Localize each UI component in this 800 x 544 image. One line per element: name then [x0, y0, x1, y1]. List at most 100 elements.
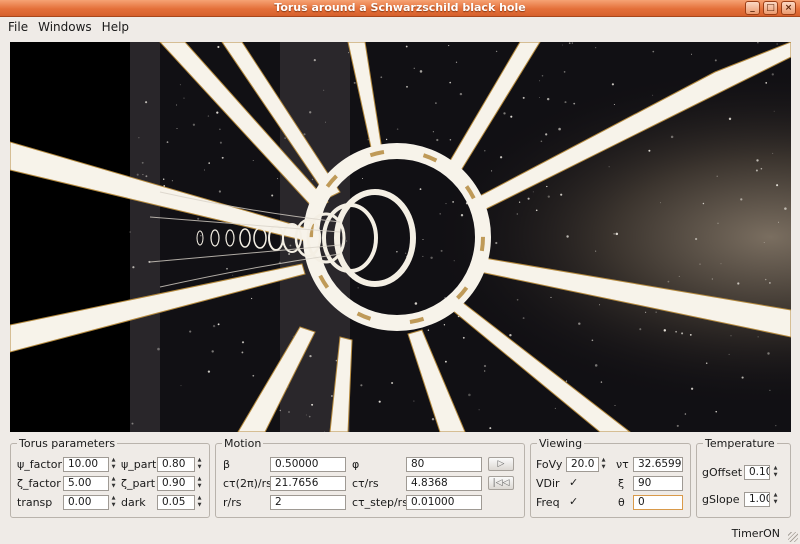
star [145, 101, 148, 104]
star [599, 304, 601, 306]
render-viewport[interactable] [10, 42, 791, 432]
viewing-title: Viewing [537, 437, 585, 450]
star [757, 336, 759, 338]
star [452, 201, 454, 203]
star [313, 59, 316, 62]
star [419, 188, 422, 190]
zeta-factor-stepper[interactable]: ▲ ▼ [109, 476, 118, 491]
ctau-step-input[interactable]: 0.01000 [406, 495, 482, 510]
fovy-stepper[interactable]: ▲ ▼ [599, 457, 608, 472]
dark-input[interactable]: 0.05 [157, 495, 195, 510]
zeta-factor-input[interactable]: 5.00 [63, 476, 109, 491]
psi-factor-input[interactable]: 10.00 [63, 457, 109, 472]
ctau-input[interactable]: 4.8368 [406, 476, 482, 491]
star [439, 213, 441, 215]
phi-label: φ [352, 458, 360, 471]
vdir-checkbox[interactable]: ✓ [569, 476, 578, 489]
ctau-label: cτ/rs [352, 477, 379, 490]
star [711, 278, 713, 280]
goffset-stepper[interactable]: ▲ ▼ [771, 465, 780, 480]
r-input[interactable]: 2 [270, 495, 346, 510]
star [591, 339, 594, 342]
star [396, 251, 398, 253]
ctau-2pi-input[interactable]: 21.7656 [270, 476, 346, 491]
gslope-input[interactable]: 1.00 [744, 492, 770, 507]
star [741, 376, 744, 379]
xi-label: ξ [618, 477, 625, 490]
star [357, 287, 359, 289]
star [422, 255, 424, 257]
star [670, 135, 674, 139]
fovy-input[interactable]: 20.0 [566, 457, 599, 472]
gslope-stepper[interactable]: ▲ ▼ [771, 492, 780, 507]
theta-input[interactable]: 0 [633, 495, 683, 510]
goffset-input[interactable]: 0.10 [744, 465, 770, 480]
beta-input[interactable]: 0.50000 [270, 457, 346, 472]
star [330, 395, 333, 397]
star [558, 127, 561, 131]
star [516, 298, 519, 301]
maximize-icon[interactable]: □ [763, 1, 778, 15]
star [491, 170, 493, 172]
r-label: r/rs [223, 496, 242, 509]
star [652, 50, 655, 53]
star [216, 111, 219, 114]
zeta-part-stepper[interactable]: ▲ ▼ [195, 476, 204, 491]
window-title: Torus around a Schwarzschild black hole [274, 1, 526, 14]
star [652, 94, 654, 96]
star [769, 389, 771, 392]
menu-help[interactable]: Help [97, 20, 134, 34]
xi-input[interactable]: 90 [633, 476, 683, 491]
star [535, 209, 538, 212]
psi-part-input[interactable]: 0.80 [157, 457, 195, 472]
star [378, 400, 381, 403]
star [311, 403, 314, 406]
star [348, 52, 349, 54]
transp-stepper[interactable]: ▲ ▼ [109, 495, 118, 510]
star [541, 74, 544, 77]
star [171, 180, 174, 182]
star [539, 97, 540, 99]
star [495, 241, 498, 245]
menu-file[interactable]: File [3, 20, 33, 34]
star [645, 311, 647, 313]
play-button[interactable]: ▷ [488, 457, 514, 471]
star [432, 131, 434, 133]
star [757, 42, 759, 44]
star [714, 59, 717, 62]
star [391, 381, 394, 385]
psi-factor-stepper[interactable]: ▲ ▼ [109, 457, 118, 472]
star [449, 138, 452, 141]
black-hole-render [10, 42, 791, 432]
rewind-button[interactable]: |◁◁ [488, 476, 514, 490]
star [737, 282, 740, 285]
dark-stepper[interactable]: ▲ ▼ [195, 495, 204, 510]
transp-input[interactable]: 0.00 [63, 495, 109, 510]
star [288, 252, 291, 256]
menu-windows[interactable]: Windows [33, 20, 97, 34]
star [136, 173, 139, 176]
star [271, 194, 274, 197]
star [484, 150, 486, 152]
star [776, 184, 779, 187]
close-icon[interactable]: × [781, 1, 796, 15]
star [503, 112, 506, 115]
star [142, 174, 144, 176]
star [532, 191, 534, 193]
star [499, 156, 503, 159]
torus-parameters-title: Torus parameters [17, 437, 118, 450]
phi-input[interactable]: 80 [406, 457, 482, 472]
star [690, 387, 694, 390]
freq-checkbox[interactable]: ✓ [569, 495, 578, 508]
zeta-part-input[interactable]: 0.90 [157, 476, 195, 491]
window-controls: _ □ × [745, 1, 796, 15]
star [655, 311, 657, 313]
minimize-icon[interactable]: _ [745, 1, 760, 15]
star [444, 360, 447, 363]
zeta-part-label: ζ_part [121, 477, 156, 490]
resize-grip[interactable] [788, 532, 798, 542]
star [323, 89, 325, 91]
goffset-label: gOffset [702, 466, 743, 479]
psi-part-stepper[interactable]: ▲ ▼ [195, 457, 204, 472]
nutau-input[interactable]: 32.6599 [633, 457, 683, 472]
